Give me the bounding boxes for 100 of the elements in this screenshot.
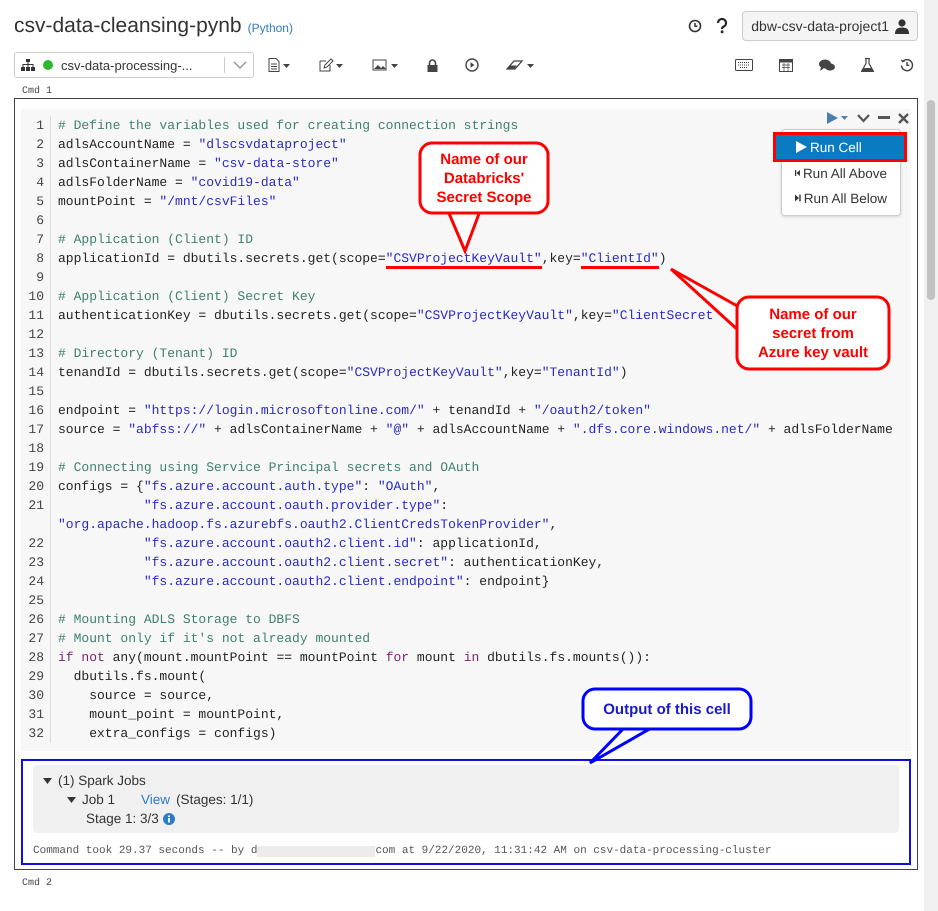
code-line: adlsContainerName = "csv-data-store"	[58, 155, 339, 173]
caret-icon[interactable]	[67, 796, 76, 802]
line-number: 23	[27, 554, 44, 572]
flask-icon[interactable]	[861, 58, 874, 72]
menu-item[interactable]: Run All Below	[782, 186, 900, 210]
info-icon[interactable]	[162, 812, 175, 824]
code-line: # Application (Client) Secret Key	[58, 288, 316, 306]
view-link[interactable]: View	[141, 792, 170, 807]
command-info: com at 9/22/2020, 11:31:42 AM on csv-data-processing-cluster	[375, 845, 772, 857]
code-line: source = source,	[88, 687, 214, 705]
code-line: extra_configs = configs)	[88, 725, 276, 743]
eraser-icon[interactable]	[506, 58, 536, 72]
job-label[interactable]: Job 1	[82, 792, 116, 807]
code-line: mount_point = mountPoint,	[88, 706, 284, 724]
code-line: tenandId = dbutils.secrets.get(scope="CSVProjectKeyVault",key="TenantId")	[58, 364, 628, 382]
code-line: dbutils.fs.mount(	[72, 668, 206, 686]
comments-icon[interactable]	[819, 58, 835, 72]
code-line: mountPoint = "/mnt/csvFiles"	[58, 193, 276, 211]
line-number: 14	[27, 364, 44, 382]
menu-item[interactable]: Run Cell	[776, 135, 904, 159]
line-number: 28	[27, 649, 44, 667]
language-label: (Python)	[248, 21, 293, 35]
edit-icon[interactable]	[319, 58, 345, 72]
person-icon	[895, 18, 909, 34]
line-number: 7	[35, 231, 44, 249]
line-number: 15	[27, 383, 44, 401]
line-number: 12	[27, 326, 44, 344]
skip-forward-icon	[795, 192, 801, 204]
code-line: configs = {"fs.azure.account.auth.type": "OAuth",	[58, 478, 440, 496]
hierarchy-icon	[21, 59, 35, 71]
line-number: 17	[27, 421, 44, 439]
line-number: 2	[35, 136, 44, 154]
line-number: 4	[35, 174, 44, 192]
line-number: 31	[27, 706, 44, 724]
callout-text: Output of this cell	[602, 700, 732, 720]
line-number: 9	[35, 269, 44, 287]
line-number: 18	[27, 440, 44, 458]
line-number: 29	[27, 668, 44, 686]
chevron-down-icon	[233, 61, 247, 69]
caret-icon[interactable]	[43, 778, 52, 784]
spark-jobs-toggle[interactable]: (1) Spark Jobs	[58, 773, 146, 788]
stages-text: (Stages: 1/1)	[176, 792, 254, 807]
line-number: 5	[35, 193, 44, 211]
line-number: 16	[27, 402, 44, 420]
line-number: 20	[27, 478, 44, 496]
callout-text: Name of our Databricks' Secret Scope	[435, 150, 533, 208]
line-number: 3	[35, 155, 44, 173]
run-menu-icon[interactable]	[827, 112, 849, 124]
cluster-select[interactable]: csv-data-processing-...	[14, 52, 254, 78]
line-number: 21	[27, 497, 44, 515]
code-editor[interactable]	[21, 109, 911, 751]
code-line: applicationId = dbutils.secrets.get(scope="CSVProjectKeyVault",key="ClientId")	[58, 249, 667, 268]
code-line: # Connecting using Service Principal secrets and OAuth	[58, 459, 480, 477]
scrollbar[interactable]	[924, 0, 938, 911]
user-menu-button[interactable]: dbw-csv-data-project1	[742, 11, 918, 41]
file-icon[interactable]	[268, 58, 292, 72]
code-line: source = "abfss://" + adlsContainerName + "@" + adlsAccountName + ".dfs.core.windows.net/" + adlsFolderName	[58, 421, 893, 439]
menu-item[interactable]: Run All Above	[782, 161, 900, 185]
code-line: adlsFolderName = "covid19-data"	[58, 174, 300, 192]
callout-text: Name of our secret from Azure key vault	[756, 304, 870, 362]
image-icon[interactable]	[372, 58, 400, 72]
line-number: 11	[27, 307, 44, 325]
code-line: # Directory (Tenant) ID	[58, 345, 238, 363]
code-line: # Define the variables used for creating connection strings	[58, 117, 518, 135]
code-line: authenticationKey = dbutils.secrets.get(scope="CSVProjectKeyVault",key="ClientSecret	[58, 307, 714, 325]
line-number: 13	[27, 345, 44, 363]
skip-back-icon	[795, 167, 800, 179]
clock-icon[interactable]	[688, 19, 702, 33]
line-number: 30	[27, 687, 44, 705]
command-info: Command took 29.37 seconds -- by d	[33, 845, 258, 857]
code-line: # Mounting ADLS Storage to DBFS	[58, 611, 300, 629]
line-number: 1	[35, 117, 44, 135]
chevron-down-icon[interactable]	[857, 114, 870, 122]
code-line: "fs.azure.account.oauth2.client.id": applicationId,	[142, 535, 542, 553]
code-line: adlsAccountName = "dlscsvdataproject"	[58, 136, 347, 154]
code-line: # Application (Client) ID	[58, 231, 254, 249]
minimize-icon[interactable]	[878, 116, 890, 120]
cell-label: Cmd 1	[22, 86, 54, 97]
code-line: "org.apache.hadoop.fs.azurebfs.oauth2.ClientCredsTokenProvider",	[58, 516, 558, 534]
line-number: 6	[35, 212, 44, 230]
line-number: 26	[27, 611, 44, 629]
line-number: 24	[27, 573, 44, 591]
code-line: # Mount only if it's not already mounted	[58, 630, 370, 648]
lock-icon[interactable]	[427, 58, 438, 72]
code-line: if not any(mount.mountPoint == mountPoint for mount in dbutils.fs.mounts()):	[58, 649, 651, 667]
keyboard-icon[interactable]	[735, 59, 753, 71]
history-icon[interactable]	[900, 58, 914, 72]
play-circle-icon[interactable]	[465, 58, 479, 72]
help-icon[interactable]	[716, 18, 728, 34]
play-icon	[795, 141, 807, 153]
notebook-title: csv-data-cleansing-pynb	[14, 14, 242, 38]
line-number: 22	[27, 535, 44, 553]
line-number: 32	[27, 725, 44, 743]
line-number: 25	[27, 592, 44, 610]
close-icon[interactable]	[898, 112, 909, 124]
line-number: 27	[27, 630, 44, 648]
calendar-icon[interactable]	[779, 58, 793, 72]
stage-label: Stage 1: 3/3	[86, 811, 159, 826]
cluster-name: csv-data-processing-...	[61, 58, 194, 72]
code-line: "fs.azure.account.oauth2.client.endpoint": endpoint}	[142, 573, 550, 591]
